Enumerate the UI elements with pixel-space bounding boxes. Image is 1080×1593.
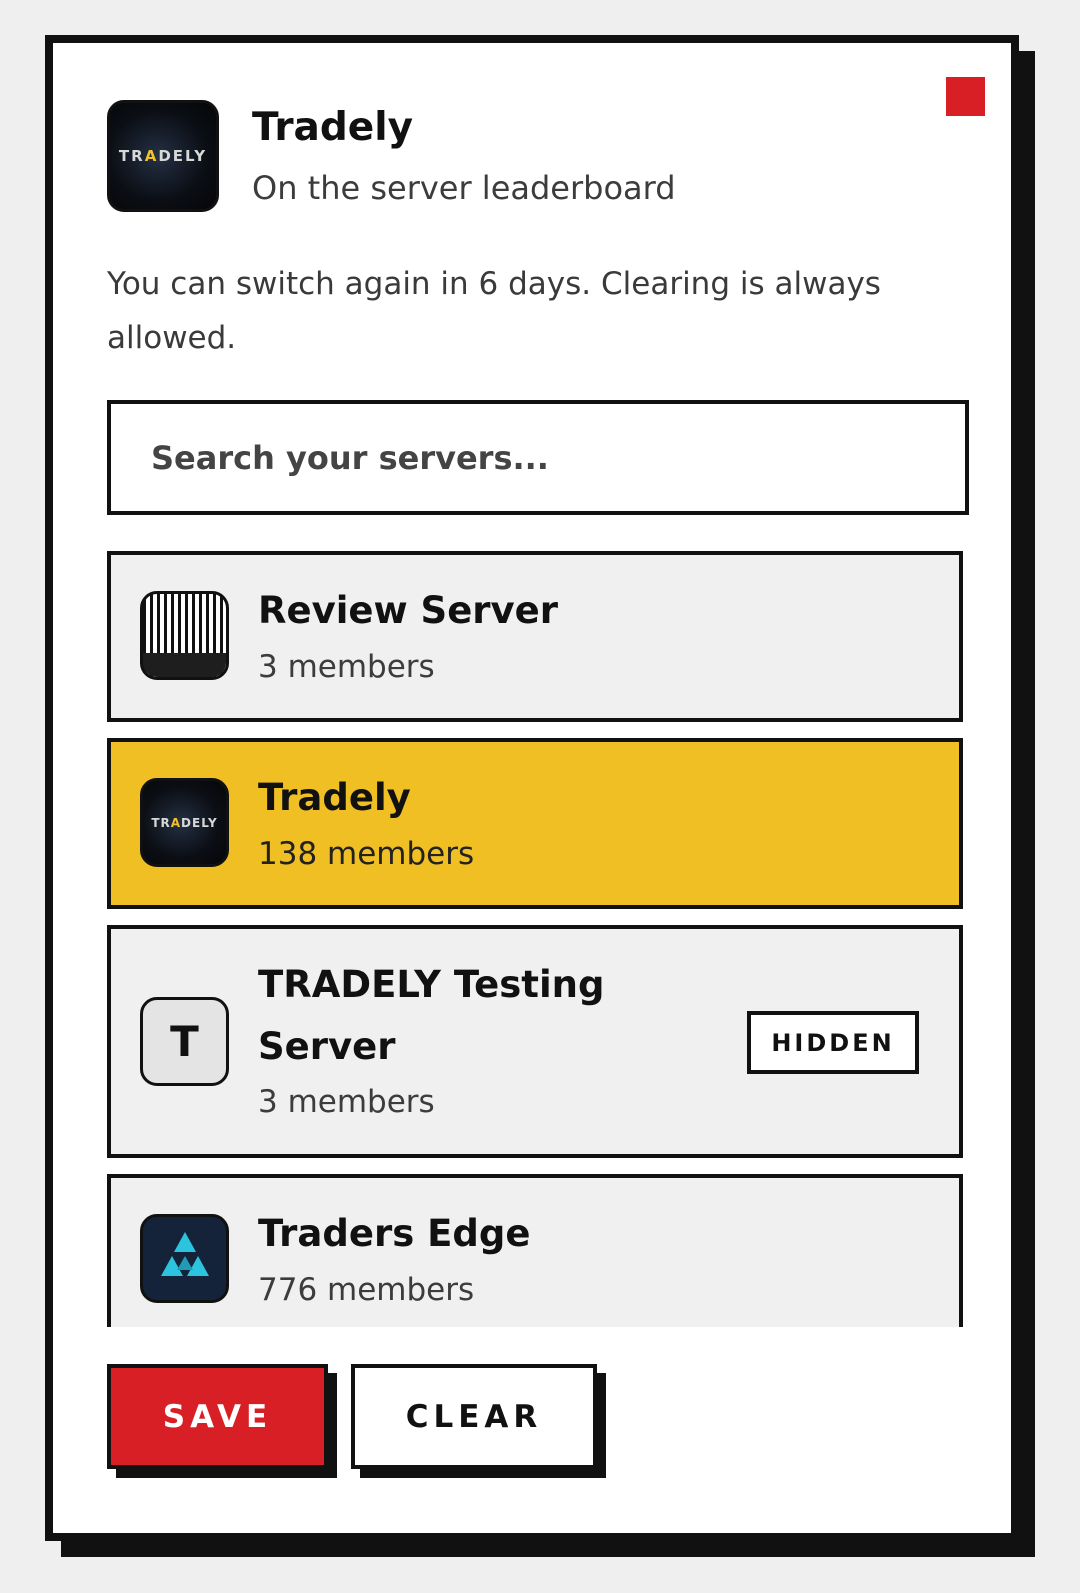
- dialog-title: Tradely: [252, 105, 414, 150]
- server-member-count: 3 members: [258, 649, 435, 685]
- server-name: TRADELY Testing Server: [258, 963, 605, 1068]
- server-name: Traders Edge: [258, 1212, 531, 1255]
- server-member-count: 138 members: [258, 836, 475, 872]
- server-item-tradely-testing-server[interactable]: T TRADELY Testing Server 3 members HIDDE…: [107, 925, 963, 1158]
- server-list[interactable]: Review Server 3 members TRADELY Tradely …: [107, 551, 963, 1327]
- server-member-count: 3 members: [258, 1084, 435, 1120]
- server-name: Review Server: [258, 589, 558, 632]
- tradely-logo-icon: TRADELY: [140, 778, 229, 867]
- avatar-letter: T: [170, 1017, 199, 1066]
- clear-button[interactable]: CLEAR: [351, 1364, 597, 1469]
- hidden-badge: HIDDEN: [747, 1011, 919, 1074]
- leaderboard-server-dialog: TRADELY Tradely On the server leaderboar…: [45, 35, 1019, 1541]
- server-item-review-server[interactable]: Review Server 3 members: [107, 551, 963, 722]
- save-button[interactable]: SAVE: [107, 1364, 328, 1469]
- letter-avatar-icon: T: [140, 997, 229, 1086]
- close-button[interactable]: [946, 77, 985, 116]
- server-item-tradely[interactable]: TRADELY Tradely 138 members: [107, 738, 963, 909]
- triangle-logo-icon: [140, 1214, 229, 1303]
- logo-wordmark: TRADELY: [118, 147, 208, 165]
- server-item-traders-edge[interactable]: Traders Edge 776 members: [107, 1174, 963, 1327]
- triangle-mark: [160, 1231, 209, 1276]
- server-member-count: 776 members: [258, 1272, 475, 1308]
- dialog-subtitle: On the server leaderboard: [252, 169, 676, 207]
- search-input[interactable]: [107, 400, 969, 515]
- logo-wordmark: TRADELY: [151, 815, 218, 830]
- switch-notice: You can switch again in 6 days. Clearing…: [107, 266, 881, 356]
- barcode-icon: [140, 591, 229, 680]
- server-name: Tradely: [258, 776, 411, 819]
- tradely-logo-icon: TRADELY: [107, 100, 219, 212]
